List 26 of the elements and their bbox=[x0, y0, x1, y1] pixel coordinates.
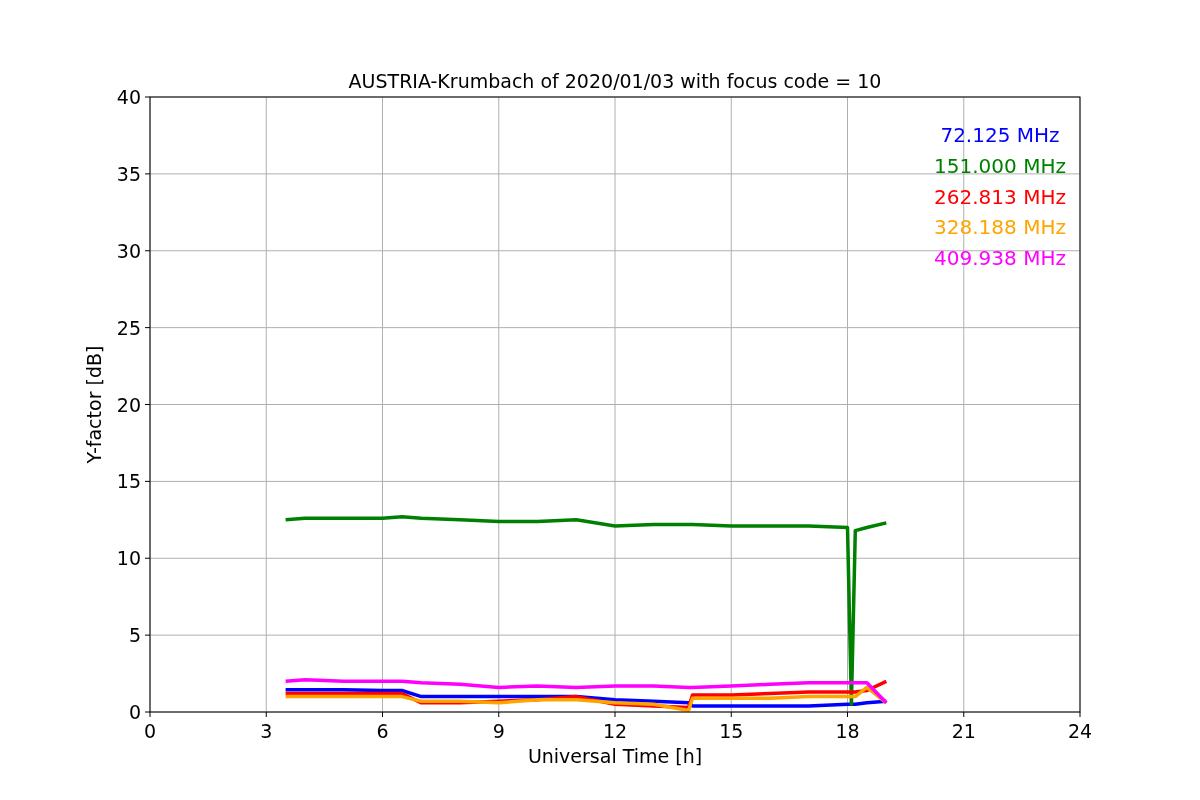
x-tick-label: 15 bbox=[719, 720, 744, 742]
x-tick-label: 6 bbox=[376, 720, 389, 742]
y-tick-label: 15 bbox=[116, 470, 141, 493]
y-tick-label: 0 bbox=[128, 701, 141, 723]
y-tick-label: 25 bbox=[116, 316, 141, 339]
y-tick-label: 35 bbox=[116, 162, 141, 185]
x-tick-label: 24 bbox=[1067, 720, 1093, 742]
y-tick-label: 40 bbox=[116, 86, 141, 108]
legend-label: 409.938 MHz bbox=[934, 246, 1066, 271]
y-axis-label: Y-factor [dB] bbox=[83, 345, 105, 464]
y-tick-label: 5 bbox=[128, 624, 141, 647]
legend-label: 72.125 MHz bbox=[940, 123, 1060, 147]
x-tick-label: 12 bbox=[602, 720, 628, 742]
x-tick-label: 18 bbox=[835, 720, 860, 742]
legend-label: 151.000 MHz bbox=[934, 153, 1066, 178]
x-axis-label: Universal Time [h] bbox=[527, 745, 703, 767]
x-tick-label: 9 bbox=[492, 720, 505, 742]
y-tick-label: 30 bbox=[116, 239, 141, 262]
chart-title: AUSTRIA-Krumbach of 2020/01/03 with focus code = 10 bbox=[348, 70, 882, 92]
x-tick-label: 3 bbox=[260, 720, 273, 742]
legend-label: 328.188 MHz bbox=[934, 215, 1066, 240]
legend-label: 262.813 MHz bbox=[934, 184, 1066, 209]
x-tick-label: 21 bbox=[951, 720, 976, 742]
y-tick-label: 10 bbox=[116, 547, 141, 570]
y-tick-label: 20 bbox=[116, 393, 141, 416]
x-tick-label: 0 bbox=[143, 720, 157, 742]
